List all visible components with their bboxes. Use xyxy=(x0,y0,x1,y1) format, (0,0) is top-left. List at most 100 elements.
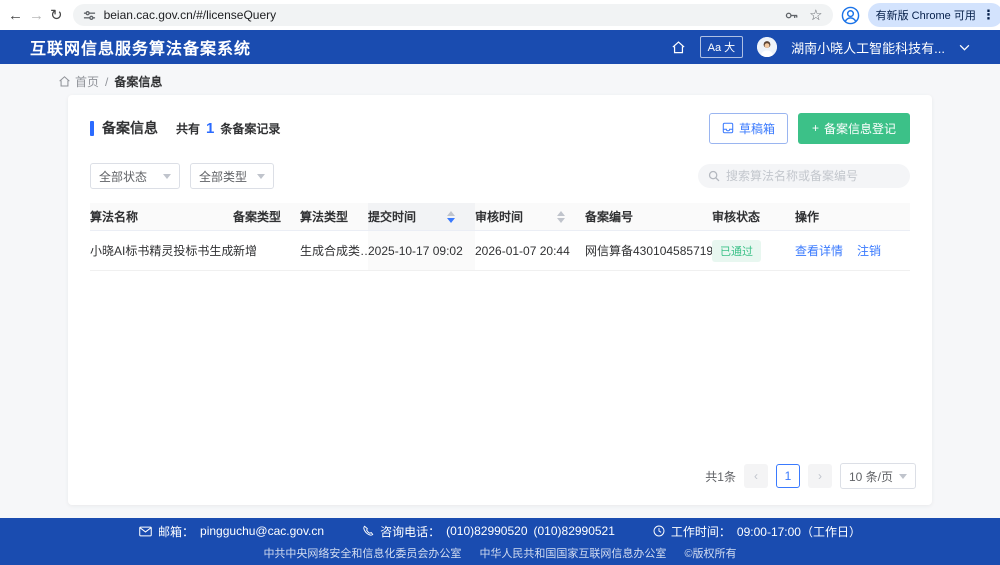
submit-time-label: 提交时间 xyxy=(368,208,416,225)
email-value: pingguchu@cac.gov.cn xyxy=(200,524,324,538)
column-header-review-time[interactable]: 审核时间 xyxy=(475,203,585,230)
view-details-link[interactable]: 查看详情 xyxy=(795,242,843,259)
password-key-icon[interactable] xyxy=(784,8,799,23)
search-box[interactable] xyxy=(698,164,910,188)
phone-value-1: (010)82990520 xyxy=(446,524,527,538)
sort-icons[interactable] xyxy=(557,211,565,223)
panel-header: 备案信息 共有 1 条备案记录 草稿箱 + 备案信息登记 xyxy=(90,113,910,143)
draft-box-label: 草稿箱 xyxy=(739,120,775,137)
cell-algorithm-name: 小晓AI标书精灵投标书生成算法 xyxy=(90,231,233,270)
address-bar[interactable]: beian.cac.gov.cn/#/licenseQuery ☆ xyxy=(73,4,833,26)
cell-review-status: 已通过 xyxy=(712,231,795,270)
page-number-button[interactable]: 1 xyxy=(776,464,800,488)
phone-icon xyxy=(362,525,374,537)
app-header: 互联网信息服务算法备案系统 Aa 大 湖南小晓人工智能科技有... xyxy=(0,30,1000,64)
footer-contact-row: 邮箱： pingguchu@cac.gov.cn 咨询电话： (010)8299… xyxy=(139,523,861,540)
deregister-link[interactable]: 注销 xyxy=(857,242,881,259)
url-text[interactable]: beian.cac.gov.cn/#/licenseQuery xyxy=(104,8,785,22)
plus-icon: + xyxy=(812,121,819,135)
column-header-filing-number: 备案编号 xyxy=(585,203,712,230)
org-name-1: 中共中央网络安全和信息化委员会办公室 xyxy=(263,545,461,561)
sort-asc-icon[interactable] xyxy=(557,211,565,216)
footer-copyright-row: 中共中央网络安全和信息化委员会办公室 中华人民共和国国家互联网信息办公室 ©版权… xyxy=(263,545,736,561)
clock-icon xyxy=(653,525,665,537)
search-input[interactable] xyxy=(726,169,900,183)
search-icon xyxy=(708,170,720,182)
font-size-button[interactable]: Aa 大 xyxy=(700,36,744,58)
home-icon xyxy=(58,75,71,88)
cell-operations: 查看详情 注销 xyxy=(795,231,910,270)
breadcrumb-separator: / xyxy=(105,75,108,89)
draft-icon xyxy=(722,122,734,134)
chevron-down-icon xyxy=(899,474,907,479)
draft-box-button[interactable]: 草稿箱 xyxy=(709,113,788,144)
account-name[interactable]: 湖南小晓人工智能科技有... xyxy=(791,38,945,57)
cell-review-time: 2026-01-07 20:44 xyxy=(475,231,585,270)
pagination: 共1条 ‹ 1 › 10 条/页 xyxy=(705,463,916,489)
title-accent-bar xyxy=(90,121,94,136)
breadcrumb-home-label: 首页 xyxy=(75,73,99,90)
browser-toolbar: ← → ↻ beian.cac.gov.cn/#/licenseQuery ☆ … xyxy=(0,0,1000,30)
chevron-down-icon xyxy=(257,174,265,179)
register-filing-button[interactable]: + 备案信息登记 xyxy=(798,113,910,144)
sort-desc-icon[interactable] xyxy=(557,218,565,223)
type-filter-dropdown[interactable]: 全部类型 xyxy=(190,163,274,189)
copyright-text: ©版权所有 xyxy=(684,545,736,561)
chrome-update-label: 有新版 Chrome 可用 xyxy=(876,7,976,23)
table-header-row: 算法名称 备案类型 算法类型 提交时间 审核时间 备案编号 审核状态 操作 xyxy=(90,203,910,231)
page-size-label: 10 条/页 xyxy=(849,468,893,485)
column-header-name: 算法名称 xyxy=(90,203,233,230)
phone-label: 咨询电话： xyxy=(380,523,440,540)
profile-icon[interactable] xyxy=(841,6,860,25)
filing-table: 算法名称 备案类型 算法类型 提交时间 审核时间 备案编号 审核状态 操作 xyxy=(90,203,910,271)
back-icon[interactable]: ← xyxy=(8,3,23,27)
panel-title: 备案信息 xyxy=(102,118,158,138)
next-page-button[interactable]: › xyxy=(808,464,832,488)
email-icon xyxy=(139,526,152,537)
footer: 邮箱： pingguchu@cac.gov.cn 咨询电话： (010)8299… xyxy=(0,518,1000,565)
sort-desc-icon[interactable] xyxy=(447,218,455,223)
table-row: 小晓AI标书精灵投标书生成算法 新增 生成合成类… 2025-10-17 09:… xyxy=(90,231,910,271)
bookmark-star-icon[interactable]: ☆ xyxy=(809,6,822,24)
column-header-submit-time[interactable]: 提交时间 xyxy=(368,203,475,230)
column-header-filing-type: 备案类型 xyxy=(233,203,300,230)
filter-row: 全部状态 全部类型 xyxy=(90,163,910,189)
column-header-operations: 操作 xyxy=(795,203,910,230)
breadcrumb-home[interactable]: 首页 xyxy=(58,73,99,90)
avatar[interactable] xyxy=(757,37,777,57)
count-suffix: 条备案记录 xyxy=(220,120,280,137)
status-filter-label: 全部状态 xyxy=(99,168,147,185)
chrome-update-pill[interactable]: 有新版 Chrome 可用 ⋮ xyxy=(868,3,1000,27)
org-name-2: 中华人民共和国国家互联网信息办公室 xyxy=(479,545,666,561)
home-icon[interactable] xyxy=(671,40,686,55)
forward-icon[interactable]: → xyxy=(29,3,44,27)
prev-page-button[interactable]: ‹ xyxy=(744,464,768,488)
browser-menu-icon[interactable]: ⋮ xyxy=(982,7,995,23)
breadcrumb-current: 备案信息 xyxy=(114,73,162,90)
site-settings-icon[interactable] xyxy=(83,9,96,22)
record-count: 1 xyxy=(206,120,214,137)
footer-email: 邮箱： pingguchu@cac.gov.cn xyxy=(139,523,324,540)
review-time-label: 审核时间 xyxy=(475,208,523,225)
reload-icon[interactable]: ↻ xyxy=(50,3,63,27)
cell-algorithm-type: 生成合成类… xyxy=(300,231,368,270)
status-badge: 已通过 xyxy=(712,240,761,262)
chevron-down-icon xyxy=(163,174,171,179)
chevron-down-icon[interactable] xyxy=(959,44,970,51)
cell-filing-number: 网信算备4301045857191… xyxy=(585,231,712,270)
register-filing-label: 备案信息登记 xyxy=(824,120,896,137)
footer-phone: 咨询电话： (010)82990520 (010)82990521 xyxy=(362,523,615,540)
email-label: 邮箱： xyxy=(158,523,194,540)
cell-filing-type: 新增 xyxy=(233,231,300,270)
sort-icons[interactable] xyxy=(447,211,455,223)
sort-asc-icon[interactable] xyxy=(447,211,455,216)
app-title: 互联网信息服务算法备案系统 xyxy=(30,35,251,59)
cell-submit-time: 2025-10-17 09:02 xyxy=(368,231,475,270)
type-filter-label: 全部类型 xyxy=(199,168,247,185)
column-header-status: 审核状态 xyxy=(712,203,795,230)
status-filter-dropdown[interactable]: 全部状态 xyxy=(90,163,180,189)
footer-hours: 工作时间： 09:00-17:00（工作日） xyxy=(653,523,861,540)
column-header-algorithm-type: 算法类型 xyxy=(300,203,368,230)
count-prefix: 共有 xyxy=(176,120,200,137)
page-size-dropdown[interactable]: 10 条/页 xyxy=(840,463,916,489)
